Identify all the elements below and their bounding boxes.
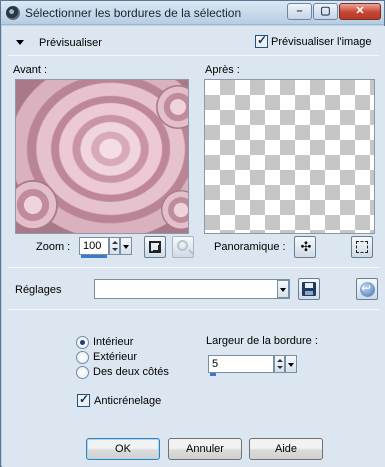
presets-label: Réglages bbox=[15, 284, 62, 296]
close-button[interactable]: ✕ bbox=[339, 3, 381, 20]
title-bar[interactable]: Sélectionner les bordures de la sélectio… bbox=[1, 1, 384, 25]
before-label: Avant : bbox=[13, 64, 48, 76]
radio-outside[interactable] bbox=[76, 351, 89, 364]
close-icon: ✕ bbox=[355, 5, 365, 17]
presets-combo[interactable] bbox=[94, 279, 290, 299]
maximize-button[interactable]: ▢ bbox=[313, 3, 338, 20]
border-width-value: 5 bbox=[212, 358, 219, 370]
after-preview-image[interactable] bbox=[204, 79, 375, 234]
save-preset-button[interactable] bbox=[298, 278, 320, 300]
selection-icon bbox=[356, 241, 368, 253]
border-width-label: Largeur de la bordure : bbox=[206, 335, 318, 347]
separator bbox=[8, 55, 379, 56]
reset-icon bbox=[360, 281, 375, 297]
dialog-content: Prévisualiser Prévisualiser l'image Avan… bbox=[2, 26, 385, 467]
zoom-value: 100 bbox=[83, 240, 102, 252]
zoom-label: Zoom : bbox=[36, 241, 71, 253]
presets-dropdown[interactable] bbox=[277, 280, 289, 298]
rose-bud-right bbox=[156, 85, 188, 129]
radio-both[interactable] bbox=[76, 366, 89, 379]
preview-image-label[interactable]: Prévisualiser l'image bbox=[271, 36, 372, 48]
selection-button[interactable] bbox=[351, 236, 373, 258]
antialias-checkbox[interactable] bbox=[77, 392, 90, 407]
window-title: Sélectionner les bordures de la sélectio… bbox=[25, 6, 242, 20]
maximize-icon: ▢ bbox=[320, 5, 331, 17]
radio-outside-label[interactable]: Extérieur bbox=[93, 351, 137, 363]
collapse-triangle-icon[interactable] bbox=[16, 40, 24, 45]
rose-bud-left bbox=[16, 180, 58, 230]
pan-button[interactable]: ✣ bbox=[294, 236, 316, 258]
border-width-slider[interactable] bbox=[210, 373, 216, 376]
zoom-slider-track[interactable] bbox=[81, 255, 107, 258]
radio-inside[interactable] bbox=[76, 336, 89, 349]
preview-toggle-label[interactable]: Prévisualiser bbox=[39, 37, 102, 49]
preview-image-checkbox[interactable] bbox=[255, 33, 268, 48]
save-icon bbox=[302, 282, 316, 296]
app-icon[interactable] bbox=[6, 6, 20, 20]
pan-label: Panoramique : bbox=[214, 241, 286, 253]
preview-row: Prévisualiser Prévisualiser l'image bbox=[2, 30, 385, 56]
after-label: Après : bbox=[205, 64, 240, 76]
dialog-window: Sélectionner les bordures de la sélectio… bbox=[0, 0, 385, 467]
ok-button[interactable]: OK bbox=[86, 438, 160, 460]
minimize-icon: – bbox=[296, 5, 303, 17]
zoom-100-button[interactable] bbox=[172, 236, 194, 258]
minimize-button[interactable]: – bbox=[287, 3, 312, 20]
border-width-dropdown[interactable] bbox=[285, 355, 297, 373]
zoom-input[interactable]: 100 bbox=[79, 237, 109, 258]
radio-inside-label[interactable]: Intérieur bbox=[93, 336, 133, 348]
border-width-input[interactable]: 5 bbox=[208, 355, 274, 376]
rose-bud-bottom bbox=[161, 190, 188, 230]
reset-button[interactable] bbox=[356, 278, 378, 300]
antialias-label[interactable]: Anticrénelage bbox=[94, 395, 161, 407]
zoom-100-icon bbox=[177, 240, 188, 251]
radio-both-label[interactable]: Des deux côtés bbox=[93, 366, 169, 378]
zoom-fit-icon bbox=[149, 241, 161, 253]
pan-icon: ✣ bbox=[300, 239, 312, 254]
separator bbox=[8, 309, 379, 310]
zoom-fit-button[interactable] bbox=[144, 236, 166, 258]
zoom-dropdown[interactable] bbox=[120, 237, 132, 255]
help-button[interactable]: Aide bbox=[249, 438, 323, 460]
zoom-spinner[interactable] bbox=[109, 237, 120, 255]
cancel-button[interactable]: Annuler bbox=[168, 438, 242, 460]
border-width-spinner[interactable] bbox=[274, 355, 285, 373]
separator bbox=[8, 267, 379, 268]
before-preview-image[interactable] bbox=[15, 79, 189, 234]
